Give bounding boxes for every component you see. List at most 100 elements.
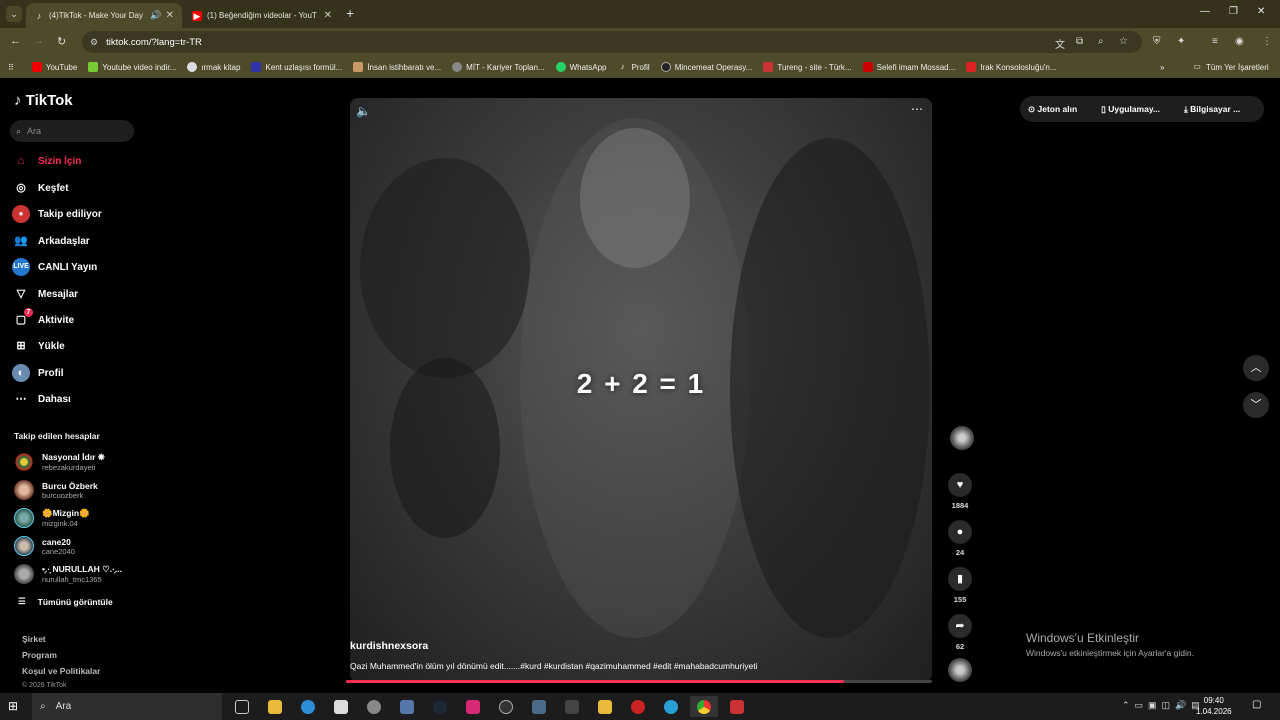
nav-live[interactable]: LIVE CANLI Yayın <box>12 258 97 276</box>
tab-tiktok[interactable]: ♪ (4)TikTok - Make Your Day 🔊 ✕ <box>26 3 182 28</box>
minimize-icon[interactable]: — <box>1200 6 1210 17</box>
media-icon[interactable]: ≡ <box>1212 36 1218 47</box>
footer-program-link[interactable]: Program <box>22 650 57 660</box>
app-icon[interactable] <box>657 696 685 717</box>
restore-icon[interactable]: ❐ <box>1229 6 1238 17</box>
app-icon[interactable] <box>723 696 751 717</box>
forward-icon[interactable]: → <box>33 35 44 47</box>
settings-icon[interactable] <box>360 696 388 717</box>
bookmark-mincemeat[interactable]: Mincemeat Operasy... <box>660 62 752 72</box>
extensions-icon[interactable]: ✦ <box>1177 36 1185 47</box>
edge-icon[interactable] <box>294 696 322 717</box>
desktop-app-button[interactable]: ⤓ Bilgisayar ... <box>1184 104 1252 115</box>
bookmark-profil[interactable]: ♪ Profil <box>617 62 649 72</box>
tab-audio-icon[interactable]: 🔊 <box>150 10 161 21</box>
instagram-icon[interactable] <box>459 696 487 717</box>
following-account[interactable]: Burcu Özberk burcuozberk <box>14 480 98 500</box>
app-icon[interactable] <box>525 696 553 717</box>
video-progress-bar[interactable] <box>346 680 932 683</box>
bookmark-irak-konsolosluk[interactable]: Irak Konsolosluğu'n... <box>966 62 1057 72</box>
video-more-icon[interactable]: ⋯ <box>911 102 924 116</box>
following-account[interactable]: cane20 cane2040 <box>14 536 75 556</box>
share-button[interactable]: ➦ 62 <box>946 614 974 651</box>
task-view-icon[interactable] <box>228 696 256 717</box>
following-account[interactable]: •̩̩̩̩̩̩.·̩͙ NURULLAH ♡.·̩͙... nurullah_tm… <box>14 564 122 584</box>
video-overlay-text: 2 + 2 = 1 <box>576 368 706 399</box>
nav-for-you[interactable]: ⌂ Sizin İçin <box>12 152 82 170</box>
app-icon[interactable] <box>558 696 586 717</box>
address-bar[interactable]: ⚙ tiktok.com/?lang=tr-TR <box>82 31 1142 53</box>
video-player[interactable]: 🔈 ⋯ 2 + 2 = 1 kurdishnexsora Qazi Muhamm… <box>350 98 932 682</box>
bookmark-mit-kariyer[interactable]: MİT - Kariyer Toplan... <box>452 62 545 72</box>
nav-activity[interactable]: ▢ 7 Aktivite <box>12 308 74 329</box>
profile-avatar-icon[interactable]: ◉ <box>1235 36 1244 47</box>
bookmark-star-icon[interactable]: ☆ <box>1119 36 1128 47</box>
all-bookmarks-folder[interactable]: ▭ Tüm Yer İşaretleri <box>1192 62 1268 72</box>
tab-youtube[interactable]: ▶ (1) Beğendiğim videolar - YouT ✕ <box>184 3 340 28</box>
browser-menu-icon[interactable]: ⋮ <box>1262 36 1272 47</box>
bookmark-irmak-kitap[interactable]: ırmak kitap <box>187 62 240 72</box>
get-coins-button[interactable]: ⊙ Jeton alın <box>1028 104 1089 115</box>
app-icon[interactable] <box>492 696 520 717</box>
app-icon[interactable] <box>624 696 652 717</box>
bookmark-video-download[interactable]: Youtube video indir... <box>88 62 176 72</box>
back-icon[interactable]: ← <box>10 35 21 47</box>
footer-terms-link[interactable]: Koşul ve Politikalar <box>22 666 100 676</box>
taskbar-clock[interactable]: 09:40 1.04.2026 <box>1196 695 1232 717</box>
bookmark-insan-istihbarati[interactable]: İnsan istihbaratı ve... <box>353 62 441 72</box>
like-button[interactable]: ♥ 1884 <box>946 473 974 510</box>
share-icon: ➦ <box>948 614 972 638</box>
bookmark-youtube[interactable]: YouTube <box>31 62 77 72</box>
following-account[interactable]: Nasyonal İdır ❋ rebezakurdayeti <box>14 452 105 472</box>
tab-search-button[interactable]: ⌄ <box>6 6 22 22</box>
chrome-icon[interactable] <box>690 696 718 717</box>
nav-messages[interactable]: ▽ Mesajlar <box>12 285 78 303</box>
nav-friends[interactable]: 👥 Arkadaşlar <box>12 232 90 250</box>
shield-icon[interactable]: ⛨ <box>1153 36 1161 47</box>
app-icon[interactable] <box>393 696 421 717</box>
more-bookmarks-icon[interactable]: » <box>1160 63 1164 72</box>
system-tray-icons[interactable]: ⌃▭▣◫🔊▤ <box>1122 700 1205 711</box>
save-button[interactable]: ▮ 155 <box>946 567 974 604</box>
reload-icon[interactable]: ↻ <box>57 35 66 48</box>
bookmark-kent-uzlasisi[interactable]: Kent uzlaşısı formül... <box>251 62 342 72</box>
following-account[interactable]: 🌼Mizgin🌼 mizgink.04 <box>14 508 90 528</box>
apps-icon[interactable]: ⠿ <box>8 63 14 72</box>
nav-more[interactable]: ⋯ Dahası <box>12 390 71 408</box>
bookmark-whatsapp[interactable]: WhatsApp <box>555 62 606 72</box>
app-icon[interactable] <box>591 696 619 717</box>
cast-icon[interactable]: ⧉ <box>1076 36 1083 47</box>
nav-upload[interactable]: ⊞ Yükle <box>12 337 64 355</box>
file-explorer-icon[interactable] <box>261 696 289 717</box>
store-icon[interactable] <box>327 696 355 717</box>
nav-profile[interactable]: ◐ Profil <box>12 364 64 382</box>
steam-icon[interactable] <box>426 696 454 717</box>
comment-button[interactable]: ● 24 <box>946 520 974 557</box>
search-input[interactable]: ⌕ Ara <box>10 120 134 142</box>
tiktok-logo[interactable]: ♪ TikTok <box>14 92 73 109</box>
taskbar-search[interactable]: ⌕ Ara <box>32 693 222 720</box>
bookmark-selefi[interactable]: Selefi imam Mossad... <box>862 62 955 72</box>
bookmark-tureng[interactable]: Tureng - site - Türk... <box>763 62 852 72</box>
next-video-button[interactable]: ﹀ <box>1243 392 1269 418</box>
site-info-icon[interactable]: ⚙ <box>90 37 98 48</box>
zoom-icon[interactable]: ⌕ <box>1098 36 1104 47</box>
close-tab-icon[interactable]: ✕ <box>324 10 332 21</box>
previous-video-button[interactable]: ︿ <box>1243 355 1269 381</box>
avatar <box>950 426 974 450</box>
windows-start-icon[interactable]: ⊞ <box>8 699 18 713</box>
close-window-icon[interactable]: ✕ <box>1257 6 1265 17</box>
see-all-button[interactable]: ☰ Tümünü görüntüle <box>18 596 113 607</box>
video-author[interactable]: kurdishnexsora <box>350 640 428 652</box>
sound-button[interactable] <box>946 658 974 682</box>
creator-avatar[interactable] <box>948 426 976 450</box>
notifications-icon[interactable]: ▢ <box>1252 699 1261 710</box>
nav-explore[interactable]: ◎ Keşfet <box>12 179 68 197</box>
translate-icon[interactable]: 文 <box>1055 36 1065 51</box>
close-tab-icon[interactable]: ✕ <box>166 10 174 21</box>
new-tab-button[interactable]: + <box>346 5 354 21</box>
get-app-button[interactable]: ▯ Uygulamay... <box>1101 104 1172 115</box>
nav-following[interactable]: ● Takip ediliyor <box>12 205 102 223</box>
volume-icon[interactable]: 🔈 <box>356 104 371 118</box>
footer-company-link[interactable]: Şirket <box>22 634 46 644</box>
